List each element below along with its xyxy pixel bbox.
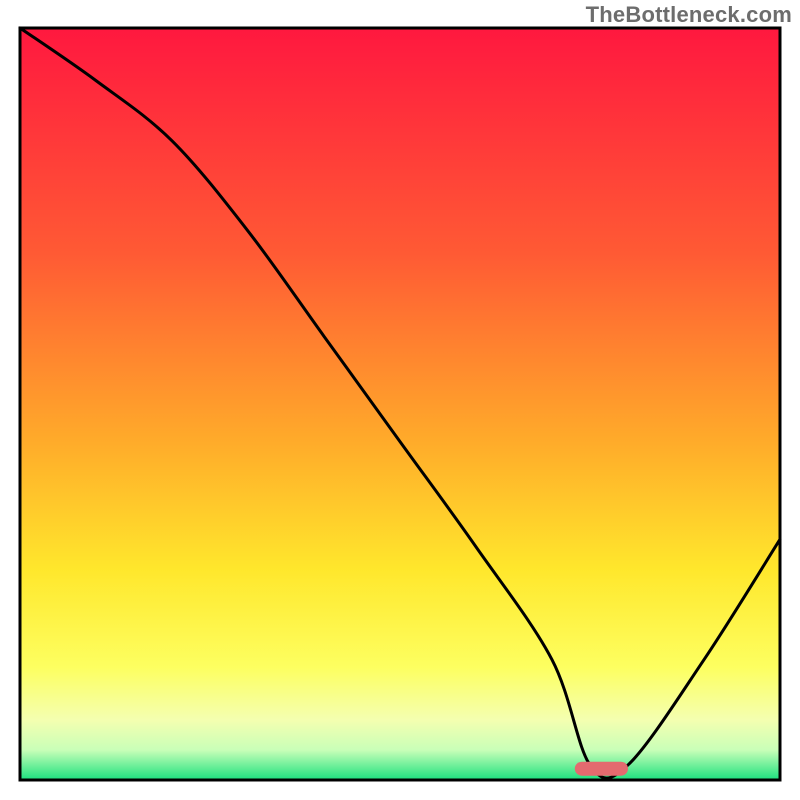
watermark-text: TheBottleneck.com <box>586 2 792 28</box>
optimal-marker <box>575 762 628 776</box>
chart-stage: TheBottleneck.com <box>0 0 800 800</box>
gradient-background <box>20 28 780 780</box>
bottleneck-chart <box>0 0 800 800</box>
